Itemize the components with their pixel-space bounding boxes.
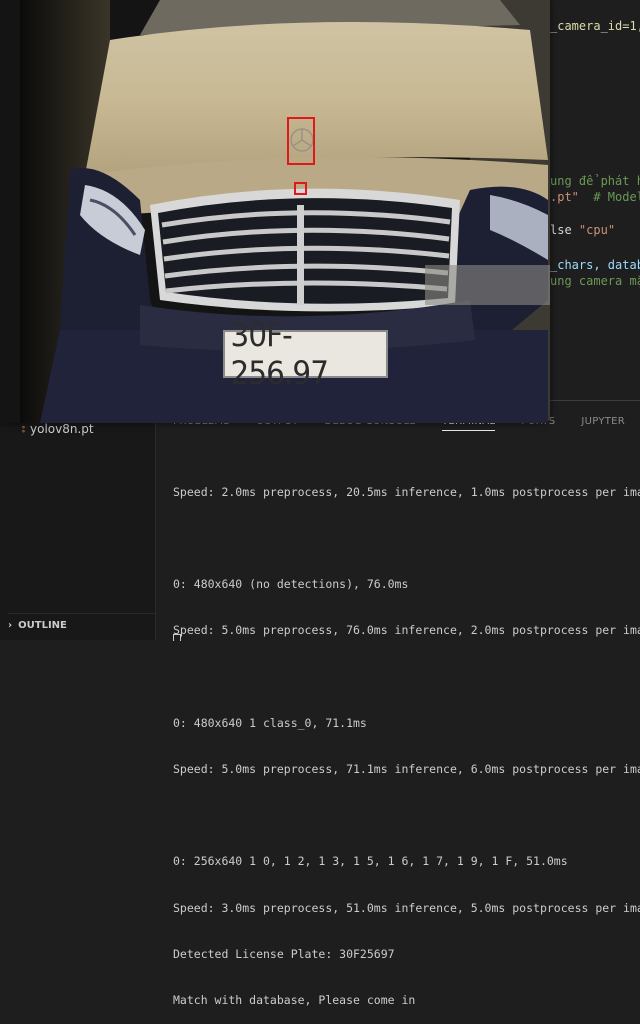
terminal-output[interactable]: Speed: 2.0ms preprocess, 20.5ms inferenc… — [173, 454, 640, 1024]
file-item-yolov8n[interactable]: ⦂ yolov8n.pt — [22, 422, 94, 436]
terminal-line: Speed: 2.0ms preprocess, 20.5ms inferenc… — [173, 484, 640, 499]
code-fragment: _chars, databa — [550, 258, 640, 272]
camera-preview-window[interactable]: 30F-256.97 — [0, 0, 550, 423]
code-fragment: .pt" # Model — [550, 190, 640, 204]
terminal-line: 0: 256x640 1 0, 1 2, 1 3, 1 5, 1 6, 1 7,… — [173, 854, 568, 869]
terminal-line: 0: 480x640 1 class_0, 71.1ms — [173, 715, 367, 730]
terminal-line: Match with database, Please come in — [173, 993, 416, 1008]
terminal-line: Speed: 5.0ms preprocess, 76.0ms inferenc… — [173, 623, 640, 638]
code-fragment: _camera_id=1, — [550, 19, 640, 33]
license-plate-text: 30F-256.97 — [230, 316, 329, 392]
file-name: yolov8n.pt — [30, 422, 94, 436]
terminal-line: Detected License Plate: 30F25697 — [173, 946, 395, 961]
terminal-line: Speed: 5.0ms preprocess, 71.1ms inferenc… — [173, 762, 640, 777]
code-comment: ung camera mặc — [550, 274, 640, 288]
code-fragment: lse "cpu" — [550, 223, 616, 237]
code-comment: ung để phát hi — [550, 174, 640, 188]
terminal-line: Speed: 3.0ms preprocess, 51.0ms inferenc… — [173, 900, 640, 915]
rss-icon: ⦂ — [22, 423, 25, 435]
outline-section-header[interactable]: › OUTLINE — [8, 613, 155, 636]
chevron-right-icon: › — [8, 619, 13, 631]
detection-box — [294, 182, 307, 195]
terminal-line: 0: 480x640 (no detections), 76.0ms — [173, 577, 409, 592]
outline-label: OUTLINE — [18, 619, 67, 631]
explorer-sidebar: ⦂ yolov8n.pt — [0, 400, 156, 640]
detection-box — [287, 117, 315, 165]
tab-jupyter[interactable]: JUPYTER — [581, 416, 625, 431]
